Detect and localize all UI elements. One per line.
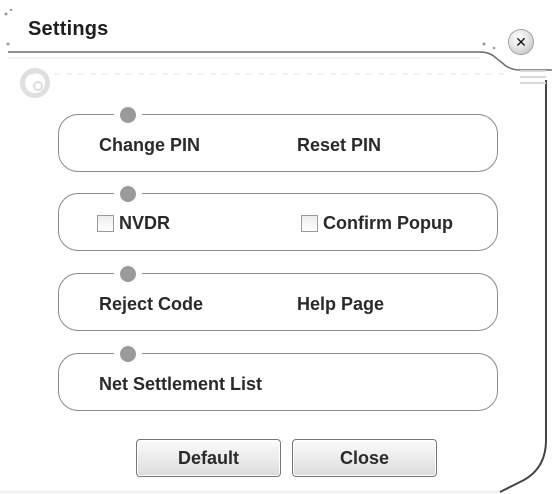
confirm-popup-checkbox-item[interactable]: Confirm Popup	[301, 213, 453, 234]
codes-group: Reject Code Help Page	[58, 266, 498, 331]
nvdr-checkbox[interactable]	[97, 215, 114, 232]
group-dot-icon	[120, 186, 136, 202]
nvdr-checkbox-item[interactable]: NVDR	[97, 213, 170, 234]
pin-group: Change PIN Reset PIN	[58, 107, 498, 172]
settlement-group: Net Settlement List	[58, 346, 498, 411]
confirm-popup-checkbox[interactable]	[301, 215, 318, 232]
confirm-popup-label: Confirm Popup	[323, 213, 453, 233]
app-logo-icon	[20, 68, 50, 98]
default-button[interactable]: Default	[136, 439, 281, 477]
net-settlement-list-link[interactable]: Net Settlement List	[99, 374, 262, 395]
help-page-link[interactable]: Help Page	[297, 294, 384, 315]
group-dot-icon	[120, 266, 136, 282]
reset-pin-link[interactable]: Reset PIN	[297, 135, 381, 156]
group-dot-icon	[120, 346, 136, 362]
window-title: Settings	[28, 18, 109, 40]
change-pin-link[interactable]: Change PIN	[99, 135, 200, 156]
close-icon[interactable]: ✕	[509, 30, 533, 54]
options-group: NVDR Confirm Popup	[58, 186, 498, 251]
menu-lines-icon	[520, 70, 546, 88]
nvdr-label: NVDR	[119, 213, 171, 233]
close-button[interactable]: Close	[292, 439, 437, 477]
group-dot-icon	[120, 107, 136, 123]
settings-window: Settings ✕ Change PIN Reset PIN NVDR Con…	[0, 0, 552, 494]
reject-code-link[interactable]: Reject Code	[99, 294, 203, 315]
